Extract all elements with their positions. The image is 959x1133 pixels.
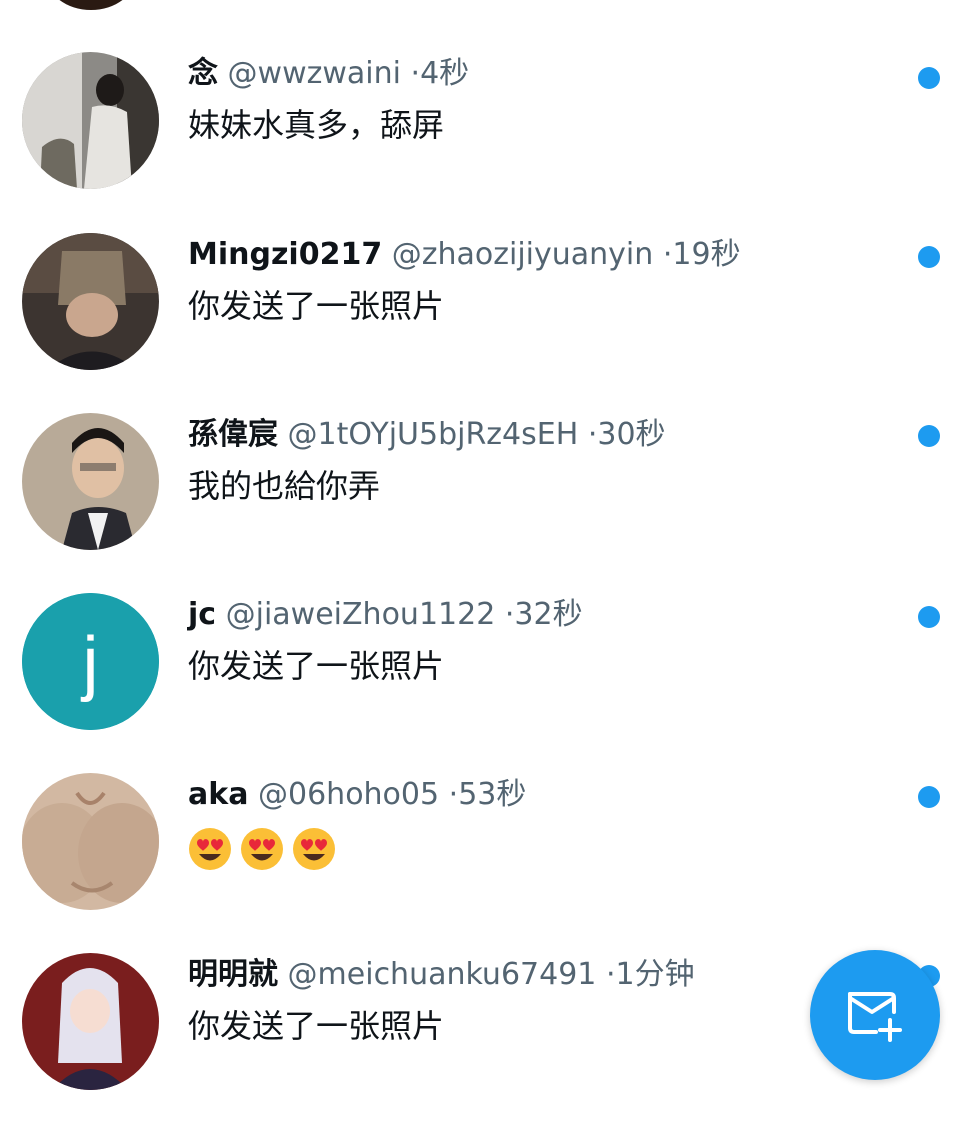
unread-indicator (918, 246, 940, 268)
user-handle: @meichuanku67491 (287, 957, 597, 992)
message-preview (188, 827, 868, 873)
message-preview: 你发送了一张照片 (188, 1007, 445, 1045)
display-name: 念 (188, 56, 218, 91)
heart-eyes-emoji (189, 828, 231, 870)
unread-indicator (918, 786, 940, 808)
conversation-row[interactable]: Mingzi0217 @zhaozijiyuanyin ·19秒 你发送了一张照… (0, 233, 959, 413)
timestamp: 32秒 (514, 597, 583, 632)
avatar[interactable] (22, 953, 159, 1090)
display-name: Mingzi0217 (188, 237, 383, 272)
conversation-row[interactable]: 念 @wwzwaini ·4秒 妹妹水真多，舔屏 (0, 52, 959, 232)
avatar-partial[interactable] (46, 0, 136, 10)
conversation-list: 念 @wwzwaini ·4秒 妹妹水真多，舔屏 Mingzi0217 @zha… (0, 0, 959, 1090)
message-preview: 妹妹水真多，舔屏 (188, 106, 445, 144)
timestamp: 30秒 (597, 417, 666, 452)
avatar[interactable] (22, 52, 159, 189)
user-handle: @1tOYjU5bjRz4sEH (287, 417, 579, 452)
heart-eyes-emoji (241, 828, 283, 870)
timestamp: 4秒 (420, 56, 470, 91)
unread-indicator (918, 67, 940, 89)
message-preview: 你发送了一张照片 (188, 647, 445, 685)
conversation-row[interactable]: 明明就 @meichuanku67491 ·1分钟 你发送了一张照片 (0, 953, 959, 1133)
conversation-row[interactable]: aka @06hoho05 ·53秒 (0, 773, 959, 953)
heart-eyes-emoji (293, 828, 335, 870)
separator-dot: · (448, 777, 459, 812)
display-name: 孫偉宸 (188, 417, 278, 452)
conversation-row[interactable]: j jc @jiaweiZhou1122 ·32秒 你发送了一张照片 (0, 593, 959, 773)
avatar[interactable] (22, 233, 159, 370)
user-handle: @jiaweiZhou1122 (225, 597, 496, 632)
separator-dot: · (587, 417, 598, 452)
timestamp: 19秒 (672, 237, 741, 272)
user-handle: @06hoho05 (258, 777, 440, 812)
avatar-letter: j (81, 623, 99, 703)
separator-dot: · (504, 597, 515, 632)
avatar[interactable] (22, 773, 159, 910)
avatar[interactable] (22, 413, 159, 550)
display-name: jc (188, 597, 217, 632)
separator-dot: · (662, 237, 673, 272)
avatar[interactable]: j (22, 593, 159, 730)
unread-indicator (918, 425, 940, 447)
message-preview: 我的也給你弄 (188, 467, 381, 505)
message-preview: 你发送了一张照片 (188, 287, 445, 325)
new-message-icon (848, 992, 902, 1042)
timestamp: 53秒 (458, 777, 527, 812)
timestamp: 1分钟 (615, 957, 695, 992)
conversation-row[interactable]: 孫偉宸 @1tOYjU5bjRz4sEH ·30秒 我的也給你弄 (0, 413, 959, 593)
separator-dot: · (410, 56, 421, 91)
new-message-button[interactable] (810, 950, 940, 1080)
user-handle: @wwzwaini (227, 56, 401, 91)
display-name: 明明就 (188, 957, 278, 992)
display-name: aka (188, 777, 249, 812)
user-handle: @zhaozijiyuanyin (391, 237, 654, 272)
unread-indicator (918, 606, 940, 628)
